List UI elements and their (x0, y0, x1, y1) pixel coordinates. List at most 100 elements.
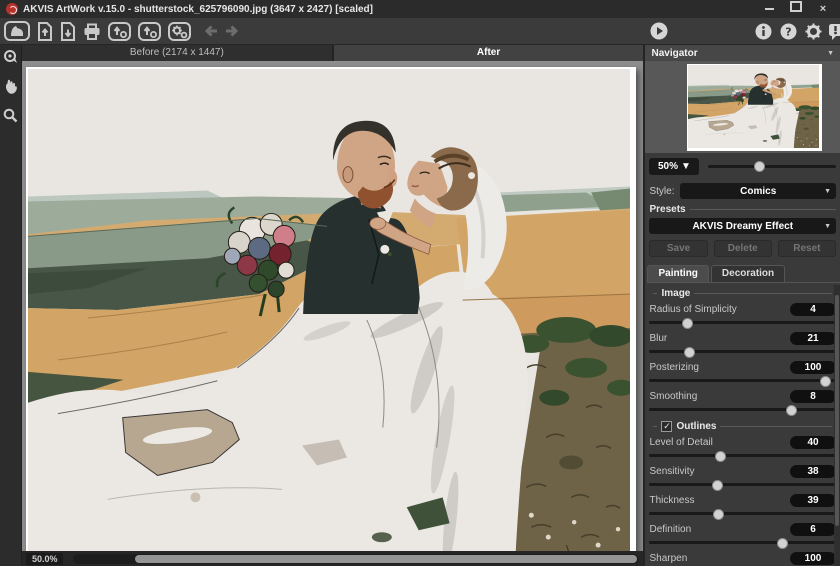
maximize-button[interactable] (785, 0, 807, 18)
help-icon[interactable]: ? (780, 21, 797, 41)
panel-scrollbar-thumb[interactable] (835, 295, 839, 526)
slider-groups: Image Radius of Simplicity 4 Blur 21 Pos… (645, 283, 840, 566)
artwork-image (28, 69, 630, 551)
slider-handle[interactable] (684, 347, 695, 358)
tab-before[interactable]: Before (2174 x 1447) (22, 45, 332, 61)
window-title: AKVIS ArtWork v.15.0 - shutterstock_6257… (23, 4, 373, 15)
slider-handle[interactable] (820, 376, 831, 387)
slider-value-box[interactable]: 8 (790, 390, 836, 403)
slider-row: Posterizing 100 (649, 360, 836, 387)
chevron-down-icon: ▼ (681, 161, 691, 172)
slider-track[interactable] (649, 404, 836, 416)
slider-row: Blur 21 (649, 331, 836, 358)
slider-value-box[interactable]: 6 (790, 523, 836, 536)
horizontal-scrollbar-thumb[interactable] (135, 555, 637, 563)
image-frame (26, 67, 636, 551)
navigator-preview-area (645, 61, 840, 153)
zoom-tool-icon[interactable] (3, 108, 18, 128)
quick-preview-icon[interactable] (3, 49, 18, 69)
slider-row: Radius of Simplicity 4 (649, 302, 836, 329)
slider-label: Posterizing (649, 362, 698, 373)
redo-icon[interactable] (225, 21, 239, 41)
save-image-icon[interactable] (60, 21, 76, 41)
navigator-thumbnail[interactable] (687, 64, 822, 151)
slider-value-box[interactable]: 4 (790, 303, 836, 316)
slider-track[interactable] (649, 317, 836, 329)
outlines-checkbox[interactable]: ✓ (661, 421, 672, 432)
chevron-down-icon: ▼ (824, 188, 831, 195)
slider-handle[interactable] (715, 451, 726, 462)
run-button[interactable] (650, 21, 668, 41)
slider-label: Definition (649, 524, 691, 535)
main-toolbar: ? (0, 18, 840, 45)
slider-label: Sharpen (649, 553, 687, 564)
slider-handle[interactable] (712, 480, 723, 491)
slider-track[interactable] (649, 375, 836, 387)
chevron-down-icon: ▼ (824, 223, 831, 230)
close-button[interactable]: × (812, 0, 834, 18)
horizontal-scrollbar[interactable] (73, 554, 639, 564)
slider-row: Sharpen 100 (649, 551, 836, 566)
navigator-zoom-slider[interactable] (708, 165, 836, 168)
slider-value-box[interactable]: 38 (790, 465, 836, 478)
tab-after[interactable]: After (334, 45, 644, 61)
reset-button[interactable]: Reset (778, 240, 836, 257)
panel-scrollbar[interactable] (834, 285, 840, 566)
slider-value-box[interactable]: 100 (790, 552, 836, 565)
save-button[interactable]: Save (649, 240, 707, 257)
slider-value-box[interactable]: 21 (790, 332, 836, 345)
batch-settings-icon[interactable] (168, 21, 191, 41)
navigator-header[interactable]: Navigator ▼ (645, 45, 840, 61)
navigator-zoom-handle[interactable] (754, 161, 765, 172)
tab-painting[interactable]: Painting (647, 265, 708, 282)
slider-label: Smoothing (649, 391, 697, 402)
slider-value-box[interactable]: 39 (790, 494, 836, 507)
slider-label: Sensitivity (649, 466, 694, 477)
slider-track[interactable] (649, 537, 836, 549)
slider-track[interactable] (649, 346, 836, 358)
zoom-select[interactable]: 50% ▼ (649, 158, 699, 175)
minimize-button[interactable] (758, 0, 780, 18)
slider-handle[interactable] (777, 538, 788, 549)
slider-row: Definition 6 (649, 522, 836, 549)
group-title: Image (661, 288, 690, 299)
info-icon[interactable] (755, 21, 772, 41)
import-presets-icon[interactable] (108, 21, 131, 41)
undo-icon[interactable] (204, 21, 218, 41)
slider-handle[interactable] (682, 318, 693, 329)
style-label: Style: (649, 186, 674, 197)
slider-value-box[interactable]: 40 (790, 436, 836, 449)
preferences-gear-icon[interactable] (805, 21, 822, 41)
style-dropdown[interactable]: Comics ▼ (680, 183, 836, 199)
slider-row: Level of Detail 40 (649, 435, 836, 462)
tool-strip (0, 45, 22, 566)
navigator-collapse-icon[interactable]: ▼ (827, 50, 834, 57)
feedback-icon[interactable] (828, 21, 840, 41)
slider-value-box[interactable]: 100 (790, 361, 836, 374)
navigator-title: Navigator (651, 48, 697, 59)
open-image-icon[interactable] (37, 21, 53, 41)
slider-handle[interactable] (713, 509, 724, 520)
hand-tool-icon[interactable] (3, 78, 18, 99)
status-zoom-value: 50.0% (26, 553, 64, 565)
print-icon[interactable] (83, 21, 101, 41)
export-presets-icon[interactable] (138, 21, 161, 41)
presets-group-label: Presets (645, 201, 840, 217)
delete-button[interactable]: Delete (714, 240, 772, 257)
group-title: Outlines (676, 421, 716, 432)
artwork-logo-icon[interactable] (4, 21, 30, 41)
preset-buttons: Save Delete Reset (649, 240, 836, 257)
slider-label: Blur (649, 333, 667, 344)
slider-track[interactable] (649, 479, 836, 491)
slider-track[interactable] (649, 508, 836, 520)
slider-label: Radius of Simplicity (649, 304, 736, 315)
svg-text:?: ? (785, 25, 791, 38)
view-tabbar: Before (2174 x 1447) After (22, 45, 644, 61)
slider-track[interactable] (649, 450, 836, 462)
slider-handle[interactable] (786, 405, 797, 416)
settings-tabbar: Painting Decoration (647, 265, 840, 283)
style-row: Style: Comics ▼ (645, 179, 840, 201)
tab-decoration[interactable]: Decoration (711, 265, 785, 282)
image-canvas[interactable] (22, 61, 644, 551)
preset-dropdown[interactable]: AKVIS Dreamy Effect ▼ (649, 218, 836, 234)
